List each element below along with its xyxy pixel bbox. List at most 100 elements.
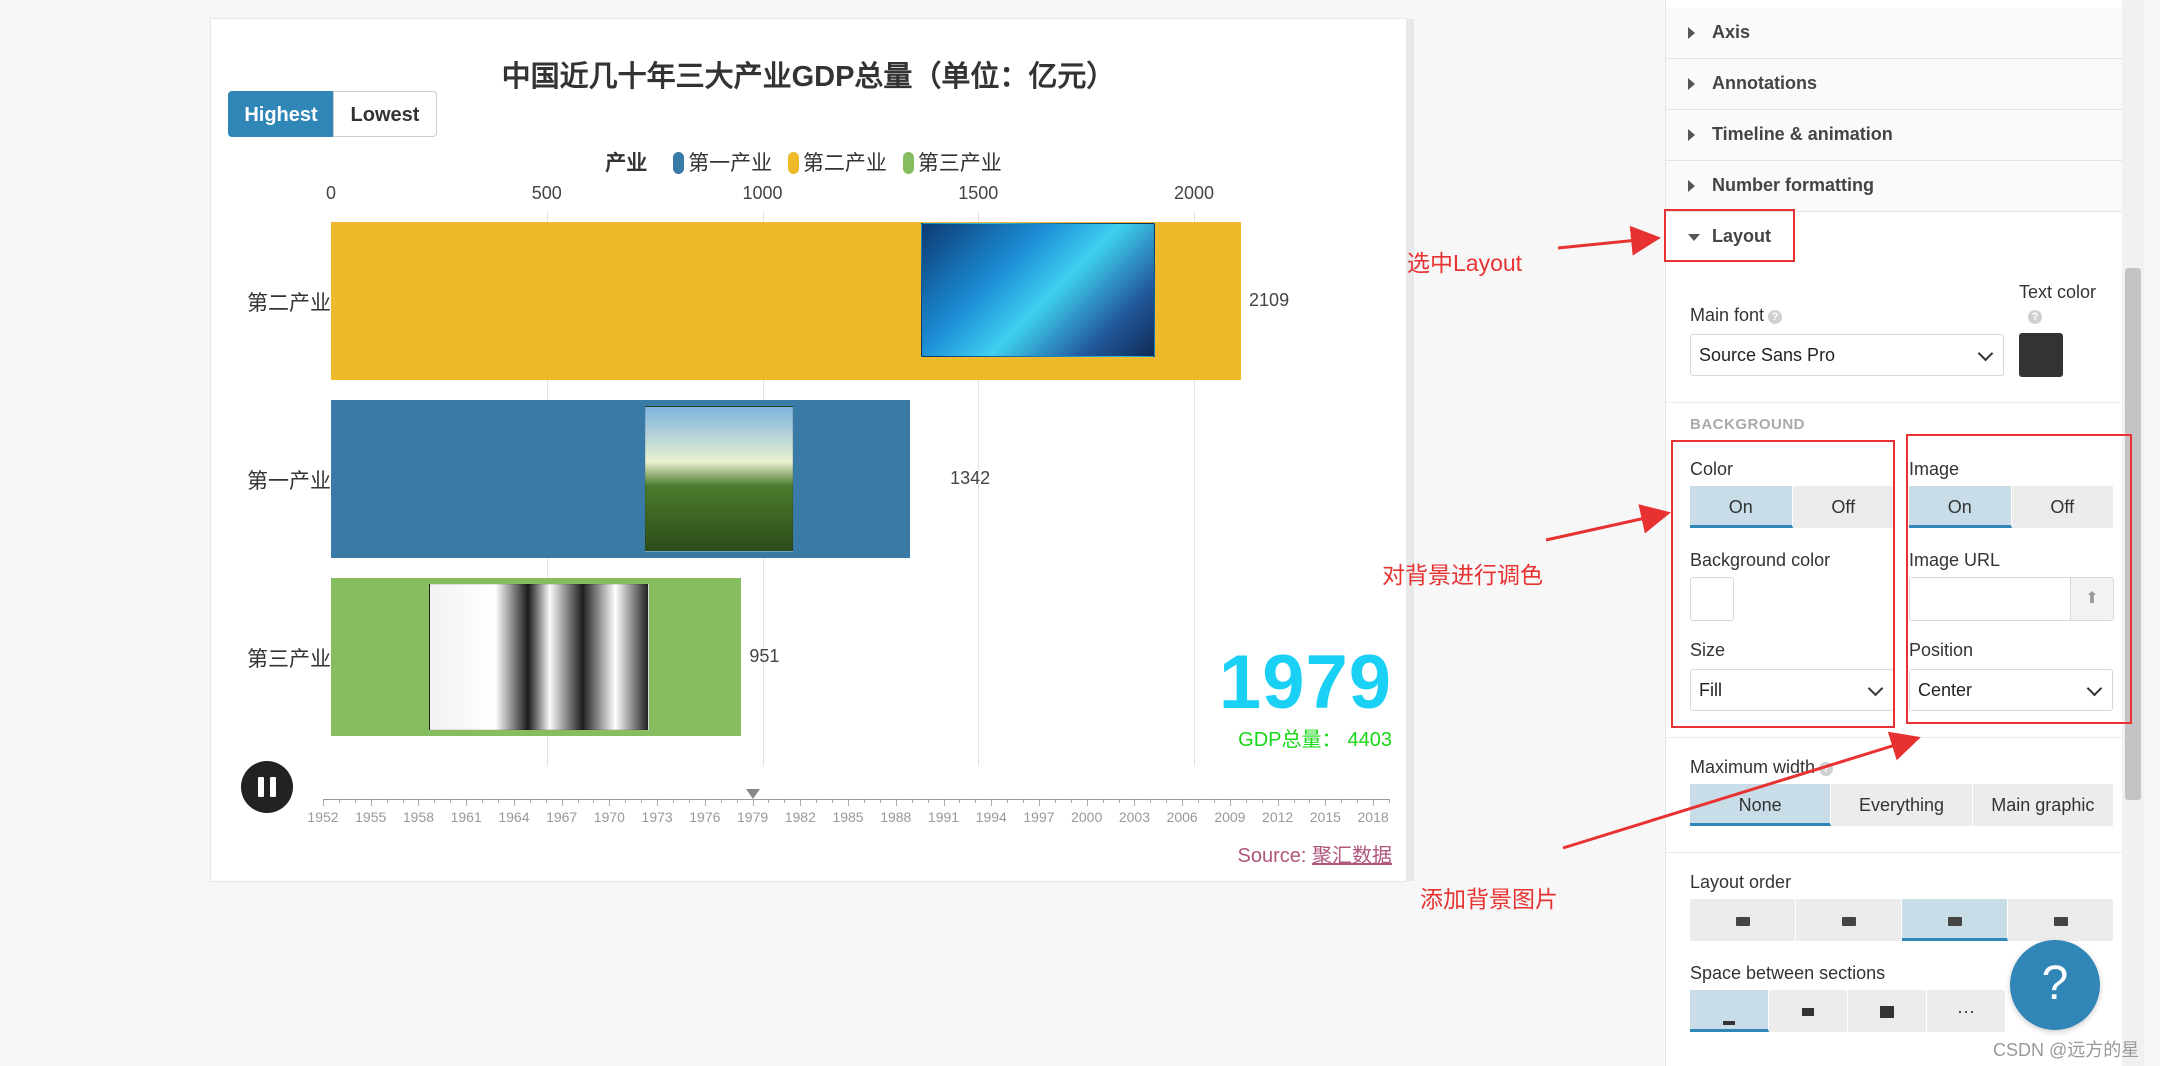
timeline-year-label[interactable]: 1988	[880, 809, 911, 825]
timeline-tick	[1070, 799, 1072, 803]
timeline-year-label[interactable]: 1961	[451, 809, 482, 825]
space-option[interactable]	[1848, 990, 1927, 1032]
timeline-year-label[interactable]: 2006	[1167, 809, 1198, 825]
help-icon[interactable]: ?	[1819, 762, 1834, 776]
help-icon[interactable]: ?	[2028, 310, 2042, 324]
space-option[interactable]	[1769, 990, 1848, 1032]
bar-value-label: 951	[749, 646, 780, 666]
timeline-year-label[interactable]: 1985	[832, 809, 863, 825]
main-font-label-text: Main font	[1690, 305, 1765, 325]
timeline-year-label[interactable]: 1973	[642, 809, 673, 825]
timeline-tick	[688, 799, 690, 803]
pause-icon	[270, 777, 276, 797]
timeline-year-label[interactable]: 1976	[689, 809, 720, 825]
timeline-year-label[interactable]: 1994	[976, 809, 1007, 825]
timeline-year-label[interactable]: 1964	[498, 809, 529, 825]
caret-right-icon	[1688, 78, 1695, 90]
pause-button[interactable]	[241, 761, 293, 813]
legend-item[interactable]: 第二产业	[787, 147, 887, 177]
timeline-tick	[1086, 799, 1088, 806]
divider	[1666, 737, 2136, 738]
timeline-year-label[interactable]: 2015	[1310, 809, 1341, 825]
timeline-year-label[interactable]: 1958	[403, 809, 434, 825]
timeline-tick	[1389, 799, 1390, 803]
timeline-tick	[1182, 799, 1184, 806]
space-options[interactable]: ···	[1690, 990, 2006, 1032]
space-option[interactable]	[1690, 990, 1769, 1032]
legend-item[interactable]: 第三产业	[902, 147, 1002, 177]
bar-category-label: 第三产业	[247, 648, 331, 671]
help-icon[interactable]: ?	[1768, 310, 1783, 324]
highest-button[interactable]: Highest	[228, 91, 334, 137]
source-link[interactable]: 聚汇数据	[1312, 845, 1392, 867]
layout-order-option[interactable]	[1690, 899, 1796, 941]
max-width-options[interactable]: None Everything Main graphic	[1690, 784, 2114, 826]
max-width-main-graphic[interactable]: Main graphic	[1972, 784, 2114, 826]
chevron-down-icon	[1977, 345, 1994, 362]
timeline-tick	[1357, 799, 1359, 803]
arrow-to-layout	[1557, 225, 1661, 256]
timeline-year-label[interactable]: 2018	[1358, 809, 1389, 825]
divider	[1666, 852, 2136, 853]
timeline-tick	[1198, 799, 1200, 803]
max-width-everything[interactable]: Everything	[1831, 784, 1973, 826]
lowest-button[interactable]: Lowest	[333, 91, 437, 137]
timeline-tick	[1007, 799, 1009, 803]
timeline-year-label[interactable]: 1991	[928, 809, 959, 825]
x-tick-label: 500	[531, 183, 562, 203]
bar-image	[921, 223, 1155, 357]
bar-category-label: 第一产业	[247, 470, 331, 493]
timeline-tick	[498, 799, 499, 803]
main-font-label: Main font?	[1690, 305, 1783, 326]
main-font-select[interactable]: Source Sans Pro	[1690, 334, 2004, 376]
timeline-year-label[interactable]: 2003	[1119, 809, 1150, 825]
timeline-year-label[interactable]: 2000	[1071, 809, 1102, 825]
annotation-bg-image: 添加背景图片	[1420, 886, 1558, 912]
section-timeline[interactable]: Timeline & animation	[1666, 110, 2136, 161]
section-label: Axis	[1712, 22, 1751, 42]
timeline-year-label[interactable]: 2009	[1214, 809, 1245, 825]
space-large-icon	[1880, 1006, 1894, 1019]
timeline-year-label[interactable]: 1970	[594, 809, 625, 825]
timeline-handle[interactable]	[745, 789, 760, 799]
layout-order-option[interactable]	[1796, 899, 1902, 941]
timeline-tick	[1054, 799, 1056, 803]
section-number-formatting[interactable]: Number formatting	[1666, 161, 2136, 212]
layout-order-icon	[1735, 916, 1750, 926]
timeline-tick	[1150, 799, 1152, 803]
timeline-tick	[736, 799, 738, 803]
timeline-tick	[1309, 799, 1311, 803]
timeline-year-label[interactable]: 1979	[737, 809, 768, 825]
x-tick-label: 1000	[742, 183, 783, 203]
legend-swatch	[787, 152, 799, 174]
main-font-value: Source Sans Pro	[1699, 345, 1836, 365]
timeline-tick	[434, 799, 436, 803]
legend-item[interactable]: 第一产业	[673, 147, 772, 177]
section-axis[interactable]: Axis	[1666, 8, 2136, 59]
layout-order-option[interactable]	[2008, 899, 2114, 941]
section-annotations[interactable]: Annotations	[1666, 59, 2136, 110]
timeline-year-label[interactable]: 1997	[1023, 809, 1054, 825]
timeline-tick	[482, 799, 484, 803]
background-title: BACKGROUND	[1690, 416, 1805, 433]
layout-order-option[interactable]	[1902, 899, 2008, 941]
timeline-tick	[1213, 799, 1215, 803]
current-year: 1979	[1218, 640, 1392, 725]
highlight-image-box	[1906, 434, 2132, 724]
timeline-year-label[interactable]: 1967	[546, 809, 577, 825]
timeline-tick	[609, 799, 611, 806]
annotation-select-layout: 选中Layout	[1407, 250, 1523, 276]
timeline-tick	[975, 799, 977, 803]
timeline-year-label[interactable]: 1952	[307, 809, 338, 825]
text-color-swatch[interactable]	[2019, 333, 2063, 377]
layout-order-options[interactable]	[1690, 899, 2114, 941]
timeline-year-label[interactable]: 1955	[355, 809, 386, 825]
timeline-tick	[816, 799, 818, 803]
timeline-year-label[interactable]: 2012	[1262, 809, 1293, 825]
help-button[interactable]: ?	[2010, 940, 2100, 1030]
timeline-tick	[338, 799, 340, 803]
timeline-year-label[interactable]: 1982	[785, 809, 816, 825]
max-width-none[interactable]: None	[1690, 784, 1832, 826]
bar[interactable]	[331, 400, 911, 558]
space-option[interactable]: ···	[1927, 990, 2006, 1032]
